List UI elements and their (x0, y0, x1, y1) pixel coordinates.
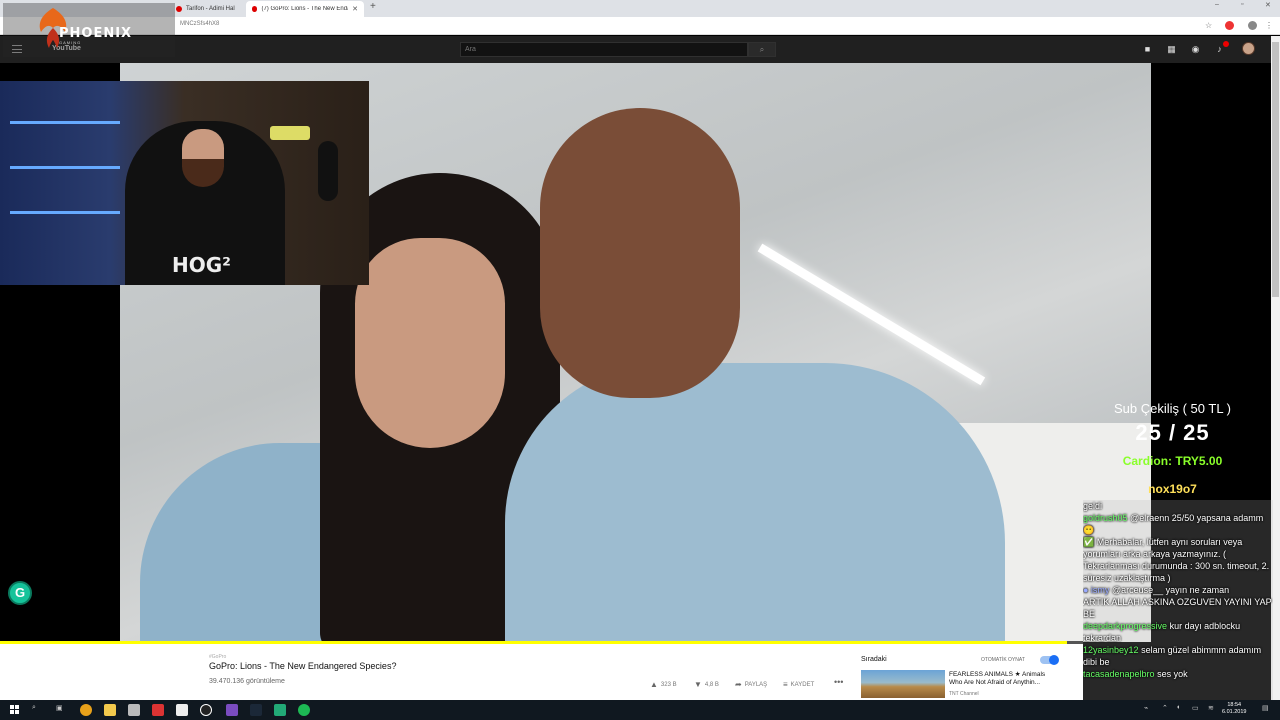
stream-brand-name: PHOENIX (59, 26, 133, 41)
tray-chevron-icon[interactable]: ⌃ (1162, 704, 1168, 712)
donation-alert: Cardion: TRY5.00 (1122, 454, 1223, 468)
chat-message: goldrush05 @elraenn 25/50 yapsana adamm … (1083, 513, 1264, 535)
up-next-channel[interactable]: TNT Channel (949, 691, 979, 697)
language-icon[interactable]: ≋ (1208, 704, 1214, 712)
giveaway-count: 25 / 25 (1135, 420, 1210, 445)
taskbar-clock[interactable]: 18:54 6.01.2019 (1222, 702, 1246, 716)
dislike-button[interactable]: ▼ 4,8 B (694, 680, 719, 689)
chat-message: geldi (1083, 501, 1103, 511)
playlist-add-icon: ≡ (783, 680, 788, 689)
close-tab-icon[interactable]: ✕ (352, 5, 358, 13)
battery-icon[interactable]: ▭ (1192, 704, 1199, 712)
chat-message: ● ismy @arceuse__ yayın ne zaman (1083, 585, 1230, 595)
webcam-shirt-logo: HOG² (172, 253, 231, 277)
windows-start-icon[interactable] (10, 705, 20, 715)
action-center-icon[interactable]: ▤ (1262, 704, 1269, 712)
clock-date: 6.01.2019 (1222, 709, 1247, 715)
chat-message: 12yasinbey12 selam güzel abimmm adamım d… (1083, 645, 1262, 667)
messages-icon[interactable]: ◉ (1190, 44, 1201, 55)
opera-extension-icon[interactable] (1225, 21, 1234, 30)
save-button[interactable]: ≡ KAYDET (783, 680, 814, 689)
chat-message: deepdarkprogressive kur dayı adblocku (1083, 621, 1241, 631)
browser-menu-icon[interactable]: ⋮ (1265, 21, 1274, 30)
share-arrow-icon: ➦ (735, 680, 742, 689)
bookmark-star-icon[interactable]: ☆ (1205, 21, 1214, 30)
browser-tab-strip: Tarifon - Adimi Hal (7) GoPro: Lions - T… (0, 0, 1280, 17)
webcam-shelf-light (10, 121, 120, 124)
close-window-button[interactable]: ✕ (1265, 1, 1271, 9)
notifications-bell-icon[interactable]: ♪ (1214, 41, 1229, 55)
thumbs-up-icon: ▲ (650, 680, 658, 689)
mail-icon[interactable] (128, 704, 140, 716)
video-scene-man-shirt (505, 363, 1005, 642)
search-input[interactable] (460, 42, 748, 57)
obs-icon[interactable] (200, 704, 212, 716)
maximize-button[interactable]: ▫ (1241, 1, 1243, 8)
address-url[interactable]: MNCzSfs4hX8 (180, 21, 219, 27)
browser-tab-active[interactable]: (7) GoPro: Lions - The New Endan ✕ (246, 1, 364, 17)
webcam-shelf-light (10, 166, 120, 169)
chat-message: tekrardan (1083, 633, 1122, 643)
network-icon[interactable]: ⌁ (1144, 704, 1148, 712)
volume-icon[interactable]: ◖ (1176, 704, 1180, 711)
tab-label: (7) GoPro: Lions - The New Endan (261, 6, 349, 12)
chrome-icon[interactable] (80, 704, 92, 716)
grammarly-icon[interactable]: G (8, 581, 32, 605)
stream-brand-tagline: GAMING (59, 40, 82, 45)
clock-time: 18:54 (1227, 702, 1242, 708)
donation-donor: nox19o7 (1148, 482, 1197, 496)
steam-icon[interactable] (250, 704, 262, 716)
apps-grid-icon[interactable]: ▦ (1166, 44, 1177, 55)
notification-badge (1223, 41, 1229, 47)
account-avatar[interactable] (1242, 42, 1255, 55)
minimize-button[interactable]: – (1215, 1, 1219, 8)
streamer-webcam: HOG² (0, 81, 369, 285)
task-view-icon[interactable]: ▣ (56, 704, 63, 712)
webcam-desk-lamp (270, 126, 310, 140)
video-hashtag[interactable]: #GoPro (209, 654, 226, 660)
address-bar[interactable]: MNCzSfs4hX8 ☆ ⋮ (0, 17, 1280, 35)
more-actions-button[interactable]: ••• (834, 677, 843, 687)
up-next-heading: Sıradaki (861, 656, 887, 663)
app-icon[interactable] (274, 704, 286, 716)
share-button[interactable]: ➦ PAYLAŞ (735, 680, 767, 689)
video-scene-woman-face (355, 238, 505, 448)
twitch-icon[interactable] (226, 704, 238, 716)
file-explorer-icon[interactable] (104, 704, 116, 716)
browser-tab[interactable]: Tarifon - Adimi Hal (170, 1, 246, 17)
stream-chat: geldi goldrush05 @elraenn 25/50 yapsana … (1083, 500, 1273, 700)
new-tab-button[interactable]: + (370, 1, 376, 12)
webcam-microphone-icon (318, 141, 338, 201)
youtube-header: YouTube ⌕ ■ ▦ ◉ ♪ (0, 36, 1271, 63)
chat-message: ARTIK ALLAH ASKINA OZGUVEN YAYINI YAP BE (1083, 597, 1272, 619)
video-scene-man-head (540, 108, 740, 398)
upload-video-icon[interactable]: ■ (1142, 44, 1153, 55)
giveaway-title: Sub Çekiliş ( 50 TL ) (1113, 401, 1232, 416)
up-next-title[interactable]: FEARLESS ANIMALS ★ Animals Who Are Not A… (949, 671, 1059, 687)
youtube-favicon-icon (252, 6, 258, 12)
video-info-panel: #GoPro GoPro: Lions - The New Endangered… (0, 644, 1083, 700)
like-button[interactable]: ▲ 323 B (650, 680, 677, 689)
chat-message: tacasadenapelbro ses yok (1083, 669, 1188, 679)
spotify-icon[interactable] (298, 704, 310, 716)
document-icon[interactable] (176, 704, 188, 716)
windows-taskbar: ⌕ ▣ ⌁ ⌃ ◖ ▭ ≋ 18:54 6.01.2019 ▤ (0, 700, 1280, 720)
search-button[interactable]: ⌕ (748, 42, 776, 57)
thumbs-down-icon: ▼ (694, 680, 702, 689)
search-icon[interactable]: ⌕ (32, 704, 36, 712)
screen: Tarifon - Adimi Hal (7) GoPro: Lions - T… (0, 0, 1280, 720)
up-next-thumbnail[interactable] (861, 670, 945, 698)
tab-favicon-icon (176, 6, 182, 12)
view-count: 39.470.136 görüntüleme (209, 678, 285, 685)
chat-message: ✅ Merhabalar, lütfen aynı soruları veya … (1083, 537, 1270, 583)
scrollbar-thumb[interactable] (1272, 42, 1279, 297)
profile-icon[interactable] (1248, 21, 1257, 30)
stream-logo-overlay: PHOENIX GAMING (3, 3, 175, 57)
app-icon[interactable] (152, 704, 164, 716)
autoplay-label: OTOMATİK OYNAT (981, 657, 1025, 663)
autoplay-toggle[interactable] (1040, 655, 1059, 665)
webcam-shelf-light (10, 211, 120, 214)
tab-label: Tarifon - Adimi Hal (186, 6, 235, 12)
video-title: GoPro: Lions - The New Endangered Specie… (209, 661, 397, 671)
